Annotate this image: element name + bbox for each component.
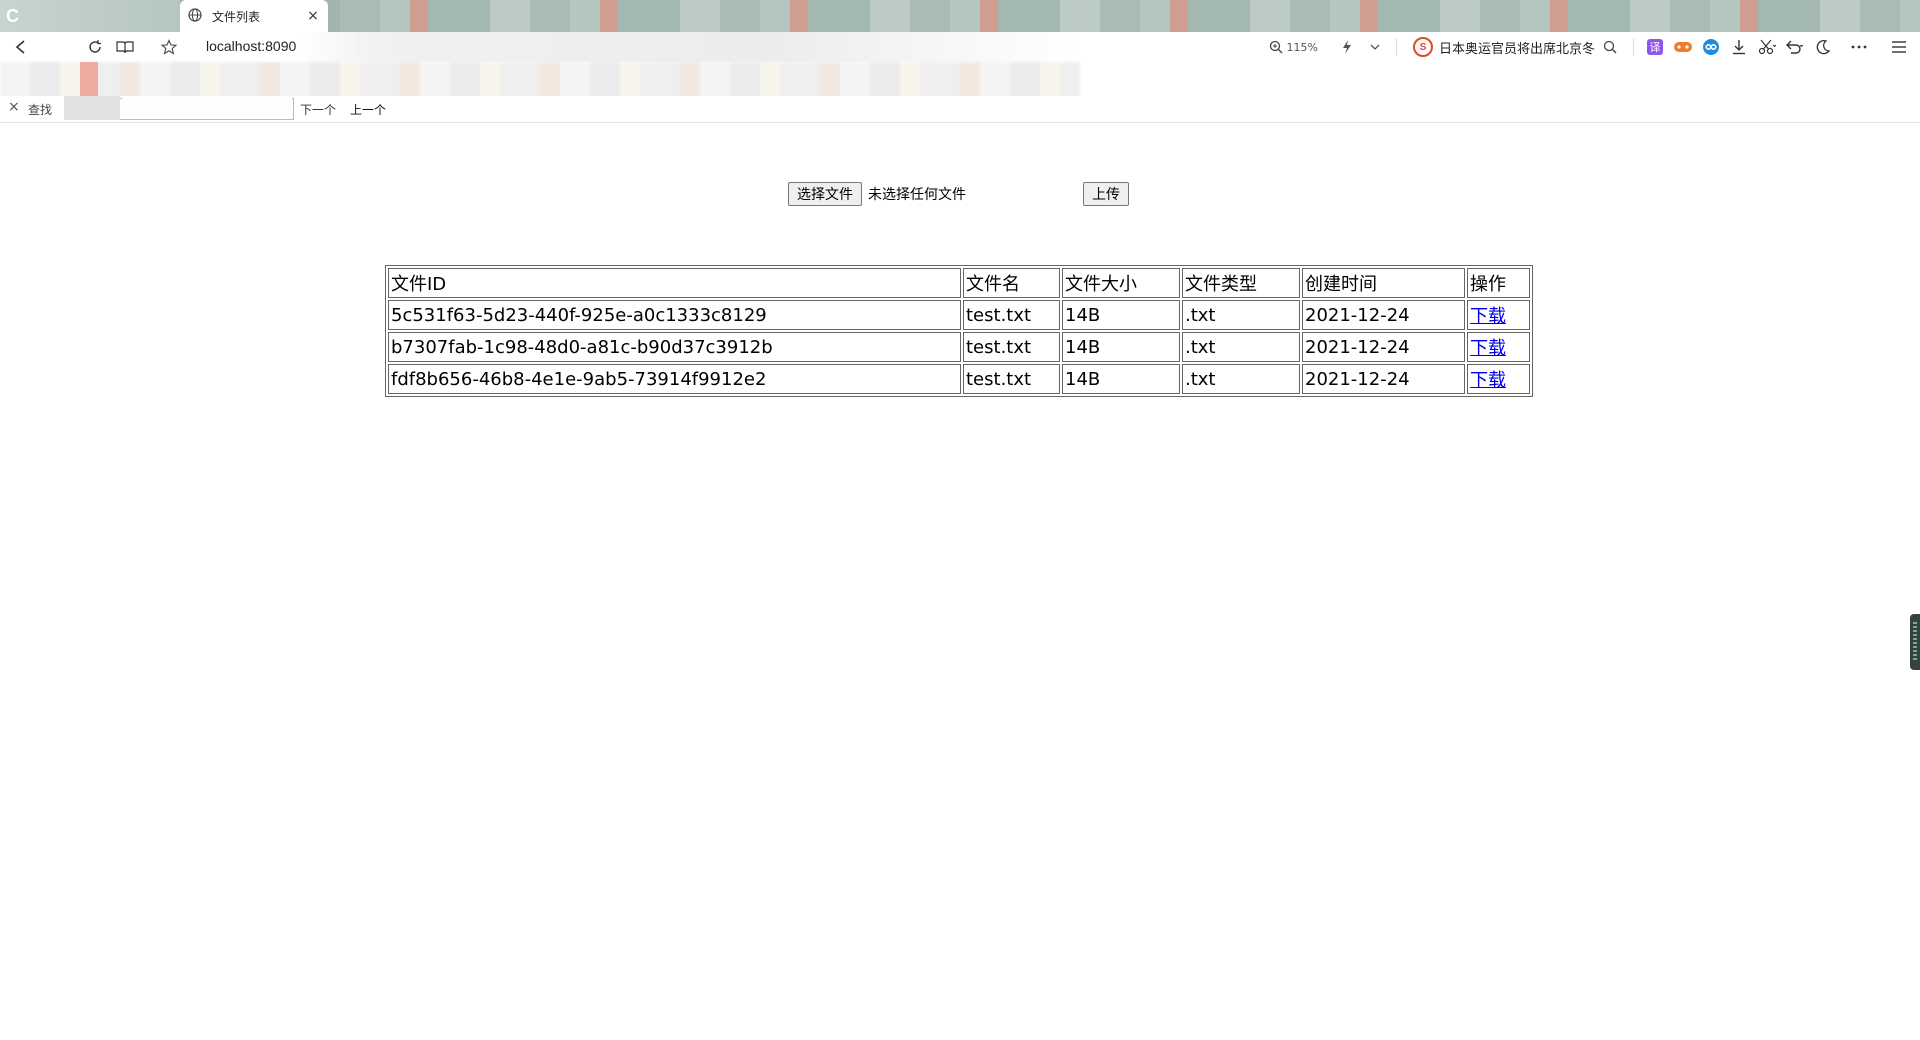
column-header-action: 操作: [1467, 268, 1530, 298]
download-icon[interactable]: [1726, 34, 1752, 60]
toolbar-divider: [1395, 38, 1397, 56]
reading-mode-icon[interactable]: [112, 34, 138, 60]
chevron-down-icon[interactable]: [1362, 34, 1388, 60]
action-cell: 下载: [1467, 364, 1530, 394]
address-bar[interactable]: localhost:8090: [206, 38, 296, 54]
file-id-cell: fdf8b656-46b8-4e1e-9ab5-73914f9912e2: [388, 364, 961, 394]
browser-logo-icon: C: [6, 6, 19, 26]
tab-strip: C 文件列表 ×: [0, 0, 1920, 32]
choose-file-button[interactable]: 选择文件: [788, 182, 862, 206]
file-name-cell: test.txt: [963, 332, 1060, 362]
column-header-file-name: 文件名: [963, 268, 1060, 298]
upload-form: 选择文件 未选择任何文件: [788, 181, 966, 207]
tab-title: 文件列表: [212, 9, 261, 24]
undo-icon[interactable]: [1782, 34, 1808, 60]
toolbar-divider: [1633, 38, 1634, 56]
bookmark-star-icon[interactable]: [156, 34, 182, 60]
download-link[interactable]: 下载: [1470, 370, 1506, 391]
blurred-region: [122, 96, 292, 116]
blurred-region: [300, 32, 1080, 62]
zoom-icon: [1269, 40, 1283, 54]
tab-close-icon[interactable]: ×: [304, 8, 322, 24]
column-header-file-id: 文件ID: [388, 268, 961, 298]
globe-icon: [188, 8, 204, 24]
created-time-cell: 2021-12-24: [1302, 300, 1465, 330]
game-extension-icon[interactable]: [1670, 34, 1696, 60]
file-id-cell: b7307fab-1c98-48d0-a81c-b90d37c3912b: [388, 332, 961, 362]
side-panel-handle[interactable]: [1910, 614, 1920, 670]
column-header-file-size: 文件大小: [1062, 268, 1180, 298]
menu-icon[interactable]: [1886, 34, 1912, 60]
translate-extension-icon[interactable]: 译: [1642, 34, 1668, 60]
created-time-cell: 2021-12-24: [1302, 364, 1465, 394]
infinity-extension-icon[interactable]: [1698, 34, 1724, 60]
file-type-cell: .txt: [1182, 332, 1300, 362]
find-prev-button[interactable]: 上一个: [350, 101, 386, 118]
created-time-cell: 2021-12-24: [1302, 332, 1465, 362]
news-headline: 日本奥运官员将出席北京冬: [1438, 41, 1595, 57]
file-name-cell: test.txt: [963, 364, 1060, 394]
download-link[interactable]: 下载: [1470, 338, 1506, 359]
file-type-cell: .txt: [1182, 364, 1300, 394]
blurred-tabs-right: [340, 0, 1920, 32]
table-row: fdf8b656-46b8-4e1e-9ab5-73914f9912e2 tes…: [388, 364, 1530, 394]
reload-icon[interactable]: [82, 34, 108, 60]
back-icon[interactable]: [8, 34, 34, 60]
column-header-file-type: 文件类型: [1182, 268, 1300, 298]
file-table: 文件ID 文件名 文件大小 文件类型 创建时间 操作 5c531f63-5d23…: [385, 265, 1533, 397]
table-row: 5c531f63-5d23-440f-925e-a0c1333c8129 tes…: [388, 300, 1530, 330]
night-mode-icon[interactable]: [1810, 34, 1836, 60]
action-cell: 下载: [1467, 332, 1530, 362]
file-type-cell: .txt: [1182, 300, 1300, 330]
blurred-bookmark-icon: [80, 62, 98, 100]
upload-button[interactable]: 上传: [1083, 182, 1129, 206]
column-header-created-time: 创建时间: [1302, 268, 1465, 298]
download-link[interactable]: 下载: [1470, 306, 1506, 327]
file-id-cell: 5c531f63-5d23-440f-925e-a0c1333c8129: [388, 300, 961, 330]
find-close-icon[interactable]: ×: [8, 99, 20, 115]
bookmarks-bar: [0, 62, 1920, 100]
blurred-tabs-left: [0, 0, 180, 32]
search-icon: [1603, 40, 1617, 54]
sogou-search-icon: S: [1412, 37, 1433, 57]
news-ticker[interactable]: S 日本奥运官员将出席北京冬: [1412, 37, 1617, 57]
table-header-row: 文件ID 文件名 文件大小 文件类型 创建时间 操作: [388, 268, 1530, 298]
zoom-indicator[interactable]: 115%: [1269, 40, 1318, 54]
file-size-cell: 14B: [1062, 300, 1180, 330]
zoom-level: 115%: [1286, 40, 1318, 54]
no-file-selected-text: 未选择任何文件: [868, 187, 966, 203]
more-options-icon[interactable]: [1846, 34, 1872, 60]
file-size-cell: 14B: [1062, 364, 1180, 394]
tab-file-list[interactable]: 文件列表 ×: [180, 0, 328, 32]
action-cell: 下载: [1467, 300, 1530, 330]
find-next-button[interactable]: 下一个: [300, 101, 336, 118]
file-name-cell: test.txt: [963, 300, 1060, 330]
scissors-icon[interactable]: [1754, 34, 1780, 60]
find-label: 查找: [28, 103, 53, 117]
svg-text:译: 译: [1650, 41, 1661, 54]
browser-toolbar: localhost:8090 115% S 日本奥运官员将出席北京冬 译: [0, 32, 1920, 62]
toolbar-right: 115% S 日本奥运官员将出席北京冬 译: [1269, 32, 1920, 62]
blurred-region: [64, 96, 120, 120]
table-row: b7307fab-1c98-48d0-a81c-b90d37c3912b tes…: [388, 332, 1530, 362]
find-bar: × 查找 下一个 上一个: [0, 96, 1920, 123]
blurred-bookmarks: [0, 62, 1080, 100]
file-size-cell: 14B: [1062, 332, 1180, 362]
lightning-icon[interactable]: [1334, 34, 1360, 60]
